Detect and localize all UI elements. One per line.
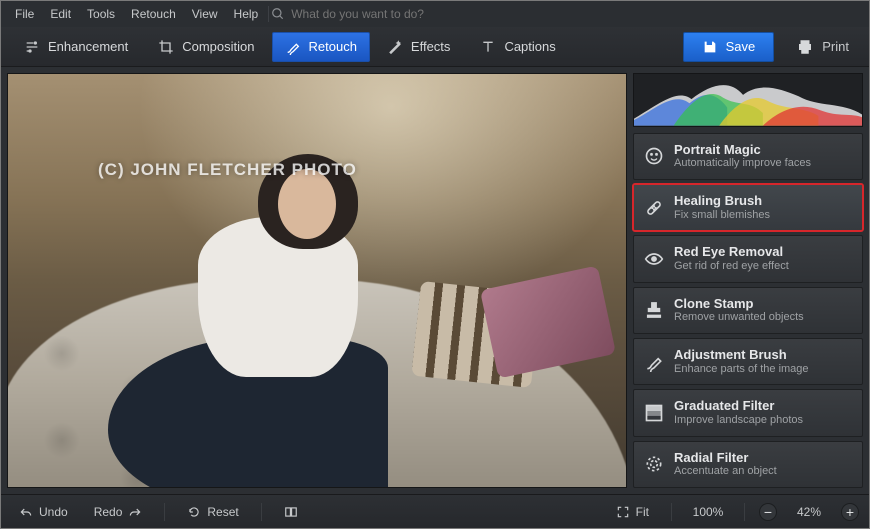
fit-label: Fit: [636, 505, 649, 519]
sliders-icon: [24, 39, 40, 55]
main-area: (C) JOHN FLETCHER PHOTO Portrait Magic: [1, 67, 869, 494]
image-canvas[interactable]: (C) JOHN FLETCHER PHOTO: [7, 73, 627, 488]
tool-title: Radial Filter: [674, 450, 777, 466]
tab-enhancement[interactable]: Enhancement: [11, 32, 141, 62]
tool-desc: Improve landscape photos: [674, 414, 803, 428]
tool-portrait-magic[interactable]: Portrait Magic Automatically improve fac…: [633, 133, 863, 180]
undo-icon: [19, 505, 33, 519]
bottom-bar: Undo Redo Reset Fit 100% − 42% +: [1, 494, 869, 528]
separator: [744, 503, 745, 521]
retouch-tools: Portrait Magic Automatically improve fac…: [633, 133, 863, 488]
tool-title: Portrait Magic: [674, 142, 811, 158]
watermark-text: (C) JOHN FLETCHER PHOTO: [98, 160, 357, 180]
print-icon: [796, 38, 814, 56]
tool-adjustment-brush[interactable]: Adjustment Brush Enhance parts of the im…: [633, 338, 863, 385]
menubar-separator: [268, 6, 269, 22]
radial-icon: [644, 454, 664, 474]
reset-label: Reset: [207, 505, 238, 519]
tab-label: Captions: [504, 39, 555, 54]
menu-tools[interactable]: Tools: [79, 4, 123, 24]
tool-title: Adjustment Brush: [674, 347, 809, 363]
reset-icon: [187, 505, 201, 519]
histogram-svg: [634, 74, 862, 126]
eye-icon: [644, 249, 664, 269]
save-label: Save: [726, 39, 756, 54]
fit-button[interactable]: Fit: [608, 501, 657, 523]
tool-desc: Get rid of red eye effect: [674, 260, 789, 274]
tool-title: Healing Brush: [674, 193, 770, 209]
histogram[interactable]: [633, 73, 863, 127]
tool-title: Red Eye Removal: [674, 244, 789, 260]
separator: [261, 503, 262, 521]
zoom-out-button[interactable]: −: [759, 503, 777, 521]
tool-desc: Enhance parts of the image: [674, 363, 809, 377]
tool-healing-brush[interactable]: Healing Brush Fix small blemishes: [633, 184, 863, 231]
save-button[interactable]: Save: [683, 32, 775, 62]
tab-effects[interactable]: Effects: [374, 32, 464, 62]
tab-composition[interactable]: Composition: [145, 32, 267, 62]
save-icon: [702, 39, 718, 55]
brush-icon: [285, 39, 301, 55]
tool-clone-stamp[interactable]: Clone Stamp Remove unwanted objects: [633, 287, 863, 334]
print-button[interactable]: Print: [786, 32, 859, 62]
menu-view[interactable]: View: [184, 4, 226, 24]
undo-button[interactable]: Undo: [11, 501, 76, 523]
toolbar: Enhancement Composition Retouch Effects …: [1, 27, 869, 67]
brush-icon: [644, 352, 664, 372]
tool-desc: Fix small blemishes: [674, 209, 770, 223]
search-icon: [271, 7, 285, 21]
tab-label: Composition: [182, 39, 254, 54]
app-window: File Edit Tools Retouch View Help Enhanc…: [0, 0, 870, 529]
text-icon: [480, 39, 496, 55]
tab-retouch[interactable]: Retouch: [272, 32, 370, 62]
tool-title: Graduated Filter: [674, 398, 803, 414]
separator: [164, 503, 165, 521]
print-label: Print: [822, 39, 849, 54]
plus-icon: +: [846, 505, 854, 519]
tool-desc: Automatically improve faces: [674, 157, 811, 171]
zoom-current: 42%: [787, 505, 831, 519]
tool-graduated-filter[interactable]: Graduated Filter Improve landscape photo…: [633, 389, 863, 436]
face-icon: [644, 146, 664, 166]
menu-help[interactable]: Help: [226, 4, 267, 24]
zoom-in-button[interactable]: +: [841, 503, 859, 521]
separator: [671, 503, 672, 521]
gradient-icon: [644, 403, 664, 423]
stamp-icon: [644, 300, 664, 320]
tool-radial-filter[interactable]: Radial Filter Accentuate an object: [633, 441, 863, 488]
tab-captions[interactable]: Captions: [467, 32, 568, 62]
compare-button[interactable]: [276, 501, 306, 523]
compare-icon: [284, 505, 298, 519]
tab-label: Enhancement: [48, 39, 128, 54]
canvas-wrap: (C) JOHN FLETCHER PHOTO: [1, 67, 633, 494]
crop-icon: [158, 39, 174, 55]
photo-subject: [128, 137, 428, 488]
redo-label: Redo: [94, 505, 123, 519]
menu-file[interactable]: File: [7, 4, 42, 24]
fit-icon: [616, 505, 630, 519]
bandage-icon: [644, 198, 664, 218]
search-input[interactable]: [291, 7, 491, 21]
menubar: File Edit Tools Retouch View Help: [1, 1, 869, 27]
menu-retouch[interactable]: Retouch: [123, 4, 184, 24]
menu-edit[interactable]: Edit: [42, 4, 79, 24]
zoom-100[interactable]: 100%: [686, 505, 730, 519]
tool-red-eye[interactable]: Red Eye Removal Get rid of red eye effec…: [633, 235, 863, 282]
redo-icon: [128, 505, 142, 519]
minus-icon: −: [764, 505, 772, 519]
tab-label: Retouch: [309, 39, 357, 54]
undo-label: Undo: [39, 505, 68, 519]
tab-label: Effects: [411, 39, 451, 54]
tool-desc: Accentuate an object: [674, 465, 777, 479]
tool-title: Clone Stamp: [674, 296, 804, 312]
tool-desc: Remove unwanted objects: [674, 311, 804, 325]
side-panel: Portrait Magic Automatically improve fac…: [633, 67, 869, 494]
reset-button[interactable]: Reset: [179, 501, 246, 523]
wand-icon: [387, 39, 403, 55]
redo-button[interactable]: Redo: [86, 501, 151, 523]
